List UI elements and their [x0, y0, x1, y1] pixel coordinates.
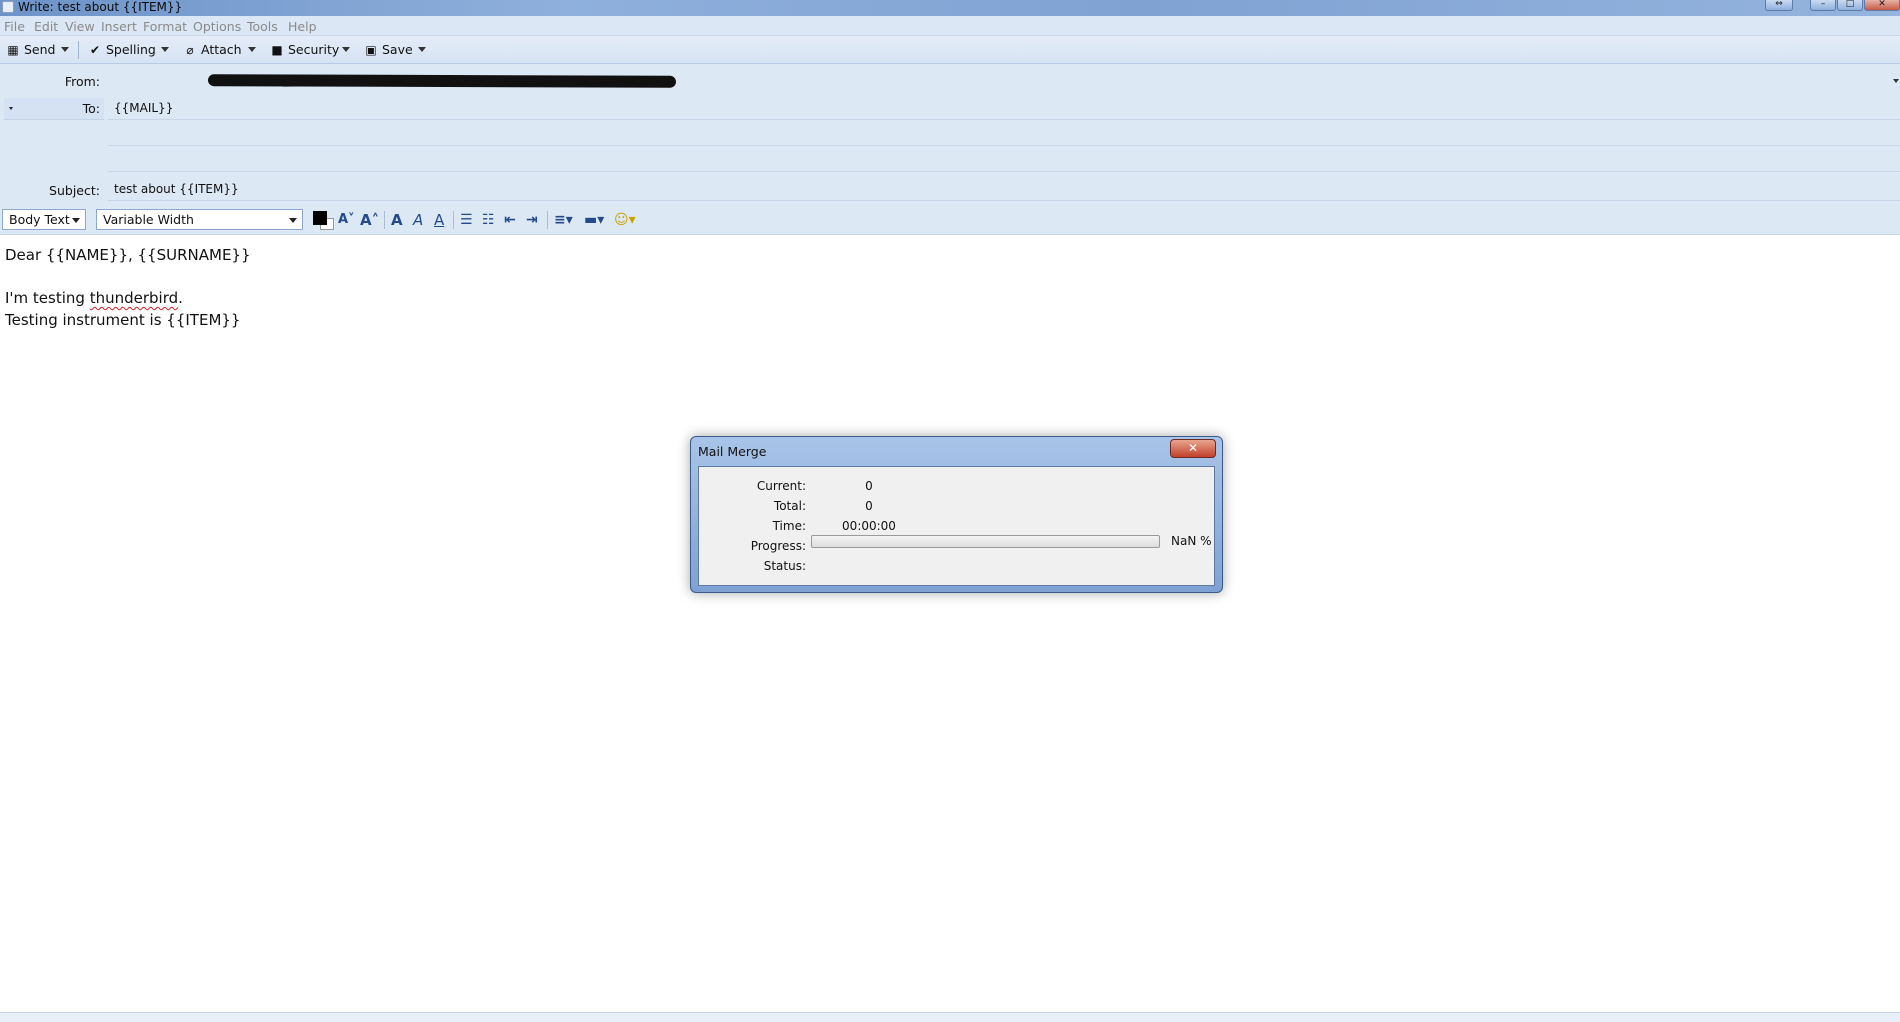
dialog-title: Mail Merge — [698, 444, 767, 459]
spelling-dropdown-arrow[interactable] — [161, 47, 169, 52]
time-label: Time: — [772, 519, 806, 533]
bulleted-list-icon[interactable]: ☰ — [460, 211, 473, 229]
numbered-list-icon[interactable]: ☷ — [482, 211, 495, 229]
save-dropdown-arrow[interactable] — [418, 47, 426, 52]
send-button[interactable]: ▦ Send — [6, 41, 55, 59]
chevron-down-icon — [289, 218, 297, 223]
menu-tools[interactable]: Tools — [247, 19, 278, 34]
attach-button[interactable]: ⌀ Attach — [183, 41, 241, 59]
close-window-button[interactable]: ✕ — [1864, 0, 1900, 11]
bold-icon[interactable]: A — [391, 211, 403, 229]
save-button[interactable]: ▣ Save — [364, 41, 412, 59]
menu-view[interactable]: View — [65, 19, 95, 34]
spelling-button[interactable]: ✔ Spelling — [88, 41, 156, 59]
attach-dropdown-arrow[interactable] — [248, 47, 256, 52]
floppy-disk-icon: ▣ — [365, 43, 377, 57]
progress-label: Progress: — [750, 539, 806, 553]
insert-object-icon[interactable]: ▬▾ — [584, 211, 604, 229]
compose-header: From: To: {{MAIL}} Subject: test about {… — [0, 64, 1900, 203]
subject-field[interactable]: test about {{ITEM}} — [108, 177, 1900, 201]
status-label: Status: — [763, 559, 806, 573]
current-value: 0 — [865, 479, 873, 493]
mail-merge-dialog: Mail Merge ✕ Current: 0 Total: 0 Time: 0… — [690, 436, 1223, 593]
checkmark-icon: ✔ — [89, 43, 101, 57]
total-value: 0 — [865, 499, 873, 513]
text-color-button[interactable] — [313, 211, 327, 225]
format-separator — [453, 211, 454, 229]
send-icon: ▦ — [7, 43, 19, 57]
dialog-close-button[interactable]: ✕ — [1170, 439, 1216, 458]
minimize-button[interactable]: – — [1810, 0, 1836, 11]
send-dropdown-arrow[interactable] — [61, 47, 69, 52]
to-label: To: — [82, 101, 100, 116]
to-field[interactable]: {{MAIL}} — [108, 96, 1900, 120]
additional-recipient-field[interactable] — [108, 148, 1900, 172]
toolbar-separator — [78, 41, 79, 59]
message-body-editor[interactable]: Dear {{NAME}}, {{SURNAME}} I'm testing t… — [0, 236, 1900, 1012]
underline-icon[interactable]: A — [434, 211, 444, 229]
additional-recipient-field[interactable] — [108, 122, 1900, 146]
lock-icon: ■ — [271, 43, 283, 57]
body-line-instrument: Testing instrument is {{ITEM}} — [5, 311, 241, 329]
progress-percent: NaN % — [1171, 534, 1212, 548]
body-line-greeting: Dear {{NAME}}, {{SURNAME}} — [5, 246, 251, 264]
from-field[interactable] — [100, 64, 1900, 90]
time-value: 00:00:00 — [842, 519, 896, 533]
window-title-bar: Write: test about {{ITEM}} ⇔ – □ ✕ — [0, 0, 1900, 16]
chevron-down-icon — [72, 218, 80, 223]
paperclip-icon: ⌀ — [186, 43, 194, 57]
security-dropdown-arrow[interactable] — [342, 47, 350, 52]
menu-bar: File Edit View Insert Format Options Too… — [0, 16, 1900, 36]
outdent-icon[interactable]: ⇤ — [504, 211, 516, 229]
restore-down-button[interactable]: ⇔ — [1765, 0, 1793, 11]
indent-icon[interactable]: ⇥ — [526, 211, 538, 229]
subject-label: Subject: — [49, 183, 100, 198]
menu-edit[interactable]: Edit — [34, 19, 58, 34]
menu-format[interactable]: Format — [143, 19, 187, 34]
italic-icon[interactable]: A — [413, 211, 423, 229]
current-label: Current: — [756, 479, 806, 493]
format-separator — [547, 211, 548, 229]
menu-options[interactable]: Options — [193, 19, 241, 34]
security-button[interactable]: ■ Security — [270, 41, 339, 59]
misspelled-word[interactable]: thunderbird — [90, 289, 178, 307]
from-dropdown-arrow[interactable] — [1893, 79, 1899, 83]
format-separator — [384, 211, 385, 229]
compose-toolbar: ▦ Send ✔ Spelling ⌀ Attach ■ Security ▣ Save — [0, 36, 1900, 64]
from-label: From: — [64, 74, 100, 89]
maximize-button[interactable]: □ — [1837, 0, 1863, 11]
progress-bar — [811, 535, 1160, 548]
formatting-toolbar: Body Text Variable Width A˅ A˄ A A A ☰ ☷… — [0, 203, 1900, 235]
smaller-font-icon[interactable]: A˅ — [338, 211, 355, 229]
smiley-icon[interactable]: ☺▾ — [614, 211, 636, 229]
window-title: Write: test about {{ITEM}} — [18, 0, 183, 14]
menu-file[interactable]: File — [4, 19, 25, 34]
thunderbird-compose-icon — [2, 1, 14, 13]
total-label: Total: — [773, 499, 806, 513]
align-icon[interactable]: ≡▾ — [554, 211, 573, 229]
paragraph-style-select[interactable]: Body Text — [2, 209, 86, 230]
larger-font-icon[interactable]: A˄ — [360, 211, 379, 229]
menu-help[interactable]: Help — [288, 19, 317, 34]
recipient-type-arrow[interactable] — [9, 107, 13, 110]
dialog-content: Current: 0 Total: 0 Time: 00:00:00 Progr… — [698, 466, 1215, 586]
font-family-select[interactable]: Variable Width — [96, 209, 303, 230]
status-bar — [0, 1012, 1900, 1022]
body-line-testing: I'm testing thunderbird. — [5, 289, 183, 307]
menu-insert[interactable]: Insert — [101, 19, 137, 34]
